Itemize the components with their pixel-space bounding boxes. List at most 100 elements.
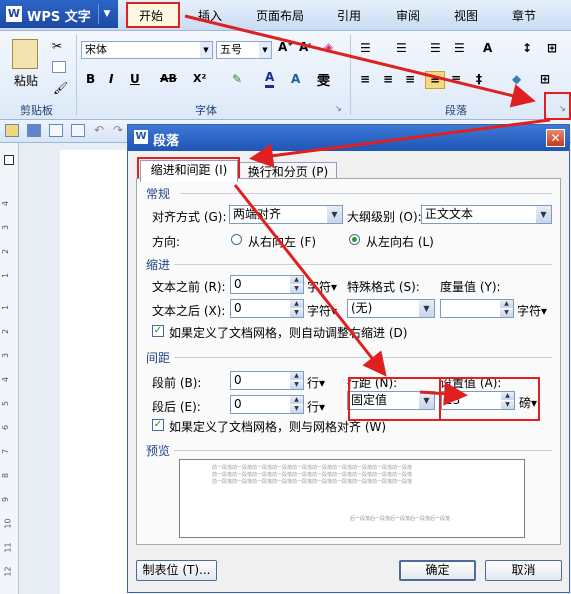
- font-size-combo[interactable]: 五号 ▼: [216, 41, 272, 59]
- menu-home[interactable]: 开始: [139, 7, 163, 24]
- measure-input[interactable]: ▲ ▼: [440, 299, 514, 318]
- print-icon[interactable]: [49, 124, 63, 137]
- grid-align-checkbox[interactable]: ✓: [152, 419, 164, 431]
- redo-icon[interactable]: ↷: [113, 123, 123, 137]
- italic-button[interactable]: I: [109, 72, 113, 86]
- align-left-icon[interactable]: ≡: [360, 72, 370, 86]
- text-direction-icon[interactable]: A: [483, 41, 492, 55]
- separator: [350, 35, 351, 115]
- grid-indent-checkbox[interactable]: ✓: [152, 325, 164, 337]
- pinyin-button[interactable]: 雯: [317, 70, 330, 89]
- superscript-button[interactable]: X²: [193, 72, 206, 85]
- chevron-down-icon[interactable]: ▼: [259, 42, 271, 58]
- outline-level-select[interactable]: 正文文本 ▼: [421, 205, 552, 224]
- menu-references[interactable]: 引用: [337, 7, 361, 24]
- spin-up-icon[interactable]: ▲: [290, 276, 303, 284]
- app-menu-button[interactable]: W WPS 文字 ▼: [0, 0, 118, 28]
- undo-icon[interactable]: ↶: [94, 123, 104, 137]
- spin-down-icon[interactable]: ▼: [290, 285, 303, 293]
- spin-down-icon[interactable]: ▼: [290, 381, 303, 389]
- indent-before-unit[interactable]: 字符▾: [307, 278, 337, 295]
- menu-page-layout[interactable]: 页面布局: [256, 7, 304, 24]
- grow-font-icon[interactable]: A+: [278, 40, 293, 54]
- close-button[interactable]: ✕: [546, 129, 565, 147]
- spin-down-icon[interactable]: ▼: [290, 309, 303, 317]
- shrink-font-icon[interactable]: A-: [299, 40, 311, 54]
- alignment-select[interactable]: 两端对齐 ▼: [229, 205, 343, 224]
- cancel-button[interactable]: 取消: [485, 560, 562, 581]
- font-color-button[interactable]: A: [265, 70, 275, 88]
- tab-indent-spacing[interactable]: 缩进和间距 (I): [140, 160, 238, 182]
- ok-button[interactable]: 确定: [399, 560, 476, 581]
- bullet-list-icon[interactable]: ☰: [360, 41, 371, 55]
- copy-icon[interactable]: [52, 61, 66, 73]
- char-border-icon[interactable]: A: [291, 72, 300, 86]
- document-page[interactable]: [60, 150, 130, 594]
- spin-down-icon[interactable]: ▼: [290, 405, 303, 413]
- paste-icon[interactable]: [12, 39, 38, 69]
- format-painter-icon[interactable]: 🖌: [53, 81, 68, 95]
- cut-icon[interactable]: ✂: [52, 39, 62, 53]
- align-right-icon[interactable]: ≡: [405, 72, 415, 86]
- font-name-value: 宋体: [85, 43, 107, 56]
- highlight-icon[interactable]: ✎: [232, 72, 242, 86]
- save-icon[interactable]: [27, 124, 41, 137]
- decrease-indent-icon[interactable]: ☰: [430, 41, 441, 55]
- menu-review[interactable]: 审阅: [396, 7, 420, 24]
- font-dialog-launcher-icon[interactable]: ↘: [335, 104, 342, 113]
- paste-label[interactable]: 粘贴: [14, 72, 38, 89]
- align-justify-icon[interactable]: ≡: [425, 71, 445, 89]
- indent-before-value: 0: [234, 277, 242, 291]
- underline-button[interactable]: U: [130, 72, 140, 86]
- indent-after-unit[interactable]: 字符▾: [307, 302, 337, 319]
- spin-up-icon[interactable]: ▲: [500, 300, 513, 308]
- indent-after-input[interactable]: 0 ▲ ▼: [230, 299, 304, 318]
- spin-up-icon[interactable]: ▲: [290, 396, 303, 404]
- grid-indent-label[interactable]: 如果定义了文档网格，则自动调整右缩进 (D): [169, 324, 407, 341]
- dialog-titlebar[interactable]: W 段落: [128, 125, 569, 151]
- distribute-icon[interactable]: ≡: [451, 72, 461, 86]
- ltr-radio[interactable]: [349, 234, 360, 245]
- chevron-down-icon[interactable]: ▼: [200, 42, 212, 58]
- divider: [174, 357, 552, 358]
- strikethrough-button[interactable]: AB: [160, 72, 177, 85]
- menu-view[interactable]: 视图: [454, 7, 478, 24]
- tabs-button[interactable]: 制表位 (T)...: [136, 560, 217, 581]
- sort-icon[interactable]: ↕: [522, 41, 532, 55]
- open-icon[interactable]: [5, 124, 19, 137]
- borders-icon[interactable]: ⊞: [540, 72, 550, 86]
- increase-indent-icon[interactable]: ☰: [454, 41, 465, 55]
- font-name-combo[interactable]: 宋体 ▼: [81, 41, 213, 59]
- measure-label: 度量值 (Y):: [440, 280, 501, 294]
- indent-before-input[interactable]: 0 ▲ ▼: [230, 275, 304, 294]
- ltr-label[interactable]: 从左向右 (L): [366, 233, 434, 250]
- spin-down-icon[interactable]: ▼: [500, 309, 513, 317]
- line-spacing-icon[interactable]: ‡: [476, 72, 482, 86]
- clear-format-icon[interactable]: ◈: [324, 40, 333, 54]
- special-format-select[interactable]: (无) ▼: [347, 299, 435, 318]
- bold-button[interactable]: B: [86, 72, 95, 86]
- chevron-down-icon[interactable]: ▼: [419, 300, 434, 317]
- show-marks-icon[interactable]: ⊞: [547, 41, 557, 55]
- spacing-before-unit[interactable]: 行▾: [307, 374, 325, 391]
- spacing-after-unit[interactable]: 行▾: [307, 398, 325, 415]
- chevron-down-icon[interactable]: ▼: [327, 206, 342, 223]
- print-preview-icon[interactable]: [71, 124, 85, 137]
- ruler-tick: 4: [1, 376, 11, 383]
- spacing-before-input[interactable]: 0 ▲ ▼: [230, 371, 304, 390]
- align-center-icon[interactable]: ≡: [383, 72, 393, 86]
- shading-icon[interactable]: ◆: [512, 72, 521, 86]
- rtl-label[interactable]: 从右向左 (F): [248, 233, 316, 250]
- menu-insert[interactable]: 插入: [198, 7, 222, 24]
- numbered-list-icon[interactable]: ☰: [396, 41, 407, 55]
- spin-up-icon[interactable]: ▲: [290, 372, 303, 380]
- rtl-radio[interactable]: [231, 234, 242, 245]
- spin-up-icon[interactable]: ▲: [290, 300, 303, 308]
- spacing-after-input[interactable]: 0 ▲ ▼: [230, 395, 304, 414]
- measure-unit[interactable]: 字符▾: [517, 302, 547, 319]
- chevron-down-icon[interactable]: ▼: [98, 4, 115, 24]
- grid-align-label[interactable]: 如果定义了文档网格，则与网格对齐 (W): [169, 418, 386, 435]
- menu-chapter[interactable]: 章节: [512, 7, 536, 24]
- tab-stop-icon[interactable]: [4, 155, 14, 165]
- chevron-down-icon[interactable]: ▼: [536, 206, 551, 223]
